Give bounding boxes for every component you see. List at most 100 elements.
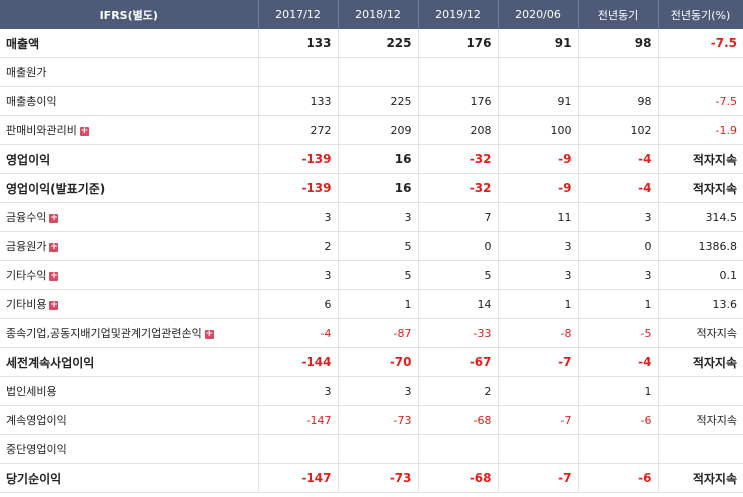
row-label-cell: 중단영업이익 [0,434,259,464]
table-row: 세전계속사업이익 -144 -70 -67 -7 -4 적자지속 [0,347,743,377]
value-cell [418,434,499,464]
row-label: 당기순이익 [6,471,62,486]
row-label: 매출원가 [6,66,47,79]
value-cell: 3 [258,376,339,406]
value-cell: 133 [258,86,339,116]
value-cell: -7.5 [658,86,743,116]
value-cell: -5 [578,318,659,348]
value-cell: -8 [498,318,579,348]
table-row: 기타수익 +3 5 5 3 3 0.1 [0,260,743,290]
value-cell: 5 [338,231,419,261]
plus-icon[interactable]: + [49,213,59,223]
value-cell: 5 [338,260,419,290]
value-cell [658,57,743,87]
value-cell [258,434,339,464]
value-cell: -67 [418,347,499,377]
value-cell: -73 [338,463,419,493]
value-cell: 91 [498,29,579,58]
header-2018-12: 2018/12 [338,0,419,29]
value-cell: 적자지속 [658,347,743,377]
row-label-cell[interactable]: 판매비와관리비 + [0,115,259,145]
value-cell: 225 [338,86,419,116]
value-cell: 14 [418,289,499,319]
value-cell [338,57,419,87]
value-cell [578,434,659,464]
value-cell: -4 [578,347,659,377]
value-cell: 0.1 [658,260,743,290]
row-label-cell: 법인세비용 [0,376,259,406]
header-prev-period-pct: 전년동기(%) [658,0,743,29]
value-cell: 1 [338,289,419,319]
row-label-cell[interactable]: 금융원가 + [0,231,259,261]
row-label: 금융원가 [6,240,47,253]
row-label-cell[interactable]: 기타비용 + [0,289,259,319]
row-label-cell[interactable]: 금융수익 + [0,202,259,232]
row-label: 법인세비용 [6,385,57,398]
value-cell: -70 [338,347,419,377]
plus-icon[interactable]: + [49,271,59,281]
value-cell: -87 [338,318,419,348]
row-label-cell: 영업이익(발표기준) [0,173,259,203]
table-row: 영업이익 -139 16 -32 -9 -4 적자지속 [0,144,743,174]
row-label: 영업이익 [6,152,51,167]
row-label: 매출액 [6,36,40,51]
value-cell: 3 [498,260,579,290]
value-cell: 7 [418,202,499,232]
value-cell: 2 [418,376,499,406]
row-label-cell[interactable]: 종속기업,공동지배기업및관계기업관련손익 + [0,318,259,348]
value-cell: 91 [498,86,579,116]
value-cell: 5 [418,260,499,290]
value-cell: -32 [418,173,499,203]
value-cell: -139 [258,173,339,203]
table-row: 판매비와관리비 +272 209 208 100 102 -1.9 [0,115,743,145]
value-cell: -4 [578,173,659,203]
value-cell: 3 [338,202,419,232]
value-cell: -139 [258,144,339,174]
value-cell: 133 [258,29,339,58]
row-label-cell[interactable]: 기타수익 + [0,260,259,290]
table-row: 금융원가 +2 5 0 3 0 1386.8 [0,231,743,261]
table-body: 매출액 133 225 176 91 98 -7.5 매출원가 매출총이익 133 225 176 91… [0,29,743,493]
value-cell: -32 [418,144,499,174]
value-cell [658,434,743,464]
row-label-cell: 영업이익 [0,144,259,174]
value-cell: 적자지속 [658,318,743,348]
value-cell: -1.9 [658,115,743,145]
value-cell [498,434,579,464]
header-2017-12: 2017/12 [258,0,339,29]
value-cell: 16 [338,144,419,174]
row-label-cell: 세전계속사업이익 [0,347,259,377]
income-statement-table: IFRS(별도) 2017/12 2018/12 2019/12 2020/06… [0,0,743,493]
value-cell: 11 [498,202,579,232]
table-row: 당기순이익 -147 -73 -68 -7 -6 적자지속 [0,463,743,493]
value-cell: 176 [418,29,499,58]
row-label-cell: 매출총이익 [0,86,259,116]
plus-icon[interactable]: + [204,329,214,339]
value-cell: 3 [498,231,579,261]
value-cell: 2 [258,231,339,261]
value-cell: 3 [258,260,339,290]
row-label: 판매비와관리비 [6,124,77,137]
value-cell: 225 [338,29,419,58]
plus-icon[interactable]: + [49,300,59,310]
table-header-row: IFRS(별도) 2017/12 2018/12 2019/12 2020/06… [0,0,743,29]
value-cell [418,57,499,87]
header-prev-period: 전년동기 [578,0,659,29]
value-cell: 1386.8 [658,231,743,261]
value-cell: -147 [258,405,339,435]
value-cell: -9 [498,173,579,203]
value-cell: 208 [418,115,499,145]
row-label-cell: 당기순이익 [0,463,259,493]
value-cell: -147 [258,463,339,493]
table-row: 매출총이익 133 225 176 91 98 -7.5 [0,86,743,116]
value-cell: -33 [418,318,499,348]
table-row: 매출액 133 225 176 91 98 -7.5 [0,29,743,58]
table-row: 매출원가 [0,57,743,87]
value-cell: -9 [498,144,579,174]
value-cell: 98 [578,29,659,58]
plus-icon[interactable]: + [49,242,59,252]
plus-icon[interactable]: + [79,126,89,136]
header-2019-12: 2019/12 [418,0,499,29]
header-2020-06: 2020/06 [498,0,579,29]
value-cell: -7 [498,463,579,493]
